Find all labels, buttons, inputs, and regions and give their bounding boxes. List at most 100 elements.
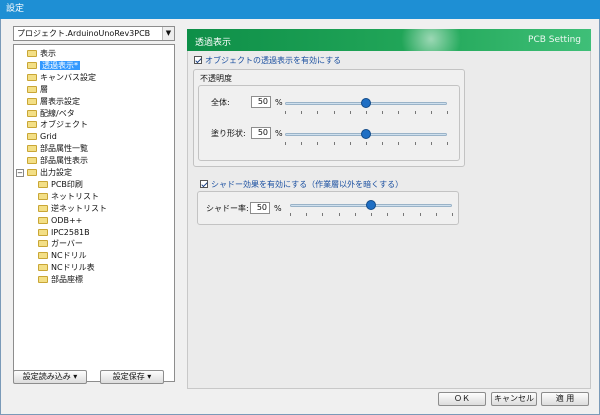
tree-item-label: ODB++ [51,215,83,225]
tree-item[interactable]: 部品座標 [38,274,83,285]
shadow-value-field[interactable]: 50 [250,202,270,214]
all-opacity-slider[interactable] [285,96,448,115]
settings-window: プロジェクト.ArduinoUnoRev3PCB ▼ 表示 透過表示* キャンバス設… [0,19,600,415]
slider-tick [398,142,400,145]
all-label: 全体: [211,98,230,107]
slider-ticks [285,111,448,115]
slider-ticks [285,142,448,146]
shadow-group: シャドー率: 50 % [197,191,459,225]
shadow-rate-slider[interactable] [290,198,453,216]
slider-tick [371,213,372,216]
transparency-checkbox[interactable]: オブジェクトの透過表示を有効にする [194,56,341,66]
tree-item[interactable]: ODB++ [38,215,82,226]
folder-icon [38,264,48,272]
slider-tick [382,111,384,114]
tree-item[interactable]: NCドリル表 [38,262,95,273]
cancel-button[interactable]: キャンセル [491,392,537,406]
header-glow-decoration [401,29,461,51]
slider-tick [366,142,367,145]
tree-item[interactable]: 部品属性一覧 [27,143,88,154]
folder-icon [27,97,37,105]
shadow-checkbox[interactable]: シャドー効果を有効にする（作業層以外を暗くする） [200,180,403,190]
checkbox-checked-icon[interactable] [194,56,202,64]
tree-item-label: Grid [40,132,57,142]
checkbox-checked-icon[interactable] [200,180,208,188]
slider-tick [398,111,400,114]
slider-tick [447,142,448,145]
folder-icon [27,50,37,57]
project-select-value: プロジェクト.ArduinoUnoRev3PCB [17,29,151,38]
shadow-unit: % [274,204,282,213]
tree-item[interactable]: PCB印刷 [38,179,83,190]
opacity-group: 全体: 50 % 塗り形状: 50 % [198,85,460,161]
project-select[interactable]: プロジェクト.ArduinoUnoRev3PCB ▼ [13,26,175,41]
tree-item-label: 層 [40,84,48,94]
tree-item[interactable]: NCドリル [38,250,87,261]
tree-item[interactable]: 部品属性表示 [27,155,88,166]
tree-item[interactable]: 層表示設定 [27,96,80,107]
tree-item[interactable]: IPC2581B [38,227,90,238]
tree-item[interactable]: キャンバス設定 [27,72,96,83]
folder-icon [38,216,48,224]
transparency-checkbox-label: オブジェクトの透過表示を有効にする [205,56,342,65]
tree-item[interactable]: 層 [27,84,48,95]
slider-tick [354,213,356,216]
slider-tick [290,213,291,216]
apply-button[interactable]: 適 用 [541,392,589,406]
tree-item[interactable]: ガーバー [38,238,83,249]
chevron-down-icon[interactable]: ▼ [162,27,174,40]
tree-item-label: NCドリル [51,251,87,261]
tree-item[interactable]: 配線/ベタ [27,108,75,119]
tree-item[interactable]: 透過表示* [27,60,80,71]
folder-icon [27,85,37,93]
slider-tick [447,111,448,114]
tree-item[interactable]: オブジェクト [27,119,88,130]
slider-tick [430,111,432,114]
load-settings-button[interactable]: 設定読み込み ▾ [13,370,87,384]
folder-icon [27,73,37,81]
slider-tick [435,213,437,216]
tree-item[interactable]: − 出力設定 [16,167,72,178]
panel-header: 透過表示 PCB Setting [187,29,591,51]
collapse-icon[interactable]: − [16,169,24,177]
folder-icon [38,192,48,200]
fill-value-field[interactable]: 50 [251,127,271,139]
slider-thumb[interactable] [361,129,371,139]
folder-icon [38,276,48,284]
tree-item[interactable]: Grid [27,131,57,142]
slider-tick [419,213,421,216]
tree-item-label: 層表示設定 [40,96,80,106]
tree-item[interactable]: 逆ネットリスト [38,203,107,214]
fill-unit: % [275,129,283,138]
slider-thumb[interactable] [366,200,376,210]
slider-thumb[interactable] [361,98,371,108]
settings-tree[interactable]: 表示 透過表示* キャンバス設定層層表示設定配線/ベタ オブジェクト Grid 部品属性一… [13,44,175,382]
folder-icon [27,121,37,129]
folder-icon [27,109,37,117]
fill-opacity-slider[interactable] [285,127,448,146]
slider-tick [301,111,303,114]
transparency-section: 不透明度 全体: 50 % 塗り形状: 50 % [193,69,465,167]
slider-tick [366,111,367,114]
folder-icon [27,145,37,153]
folder-icon [38,252,48,260]
folder-icon [27,133,37,141]
slider-tick [349,111,351,114]
window-title: 設定 [0,0,600,19]
folder-icon [27,169,37,176]
slider-tick [317,111,319,114]
tree-item-label: 部品属性表示 [40,156,88,166]
tree-item-label: キャンバス設定 [40,72,96,82]
tree-item-label: 逆ネットリスト [51,203,107,213]
slider-tick [338,213,340,216]
tree-item-label: 配線/ベタ [40,108,75,118]
slider-tick [285,142,286,145]
all-value-field[interactable]: 50 [251,96,271,108]
save-settings-button[interactable]: 設定保存 ▾ [100,370,164,384]
ok-button[interactable]: ＯＫ [438,392,486,406]
tree-item[interactable]: ネットリスト [38,191,99,202]
tree-item[interactable]: 表示 [27,48,56,59]
shadow-checkbox-label: シャドー効果を有効にする（作業層以外を暗くする） [211,180,404,189]
slider-tick [414,142,416,145]
slider-tick [349,142,351,145]
